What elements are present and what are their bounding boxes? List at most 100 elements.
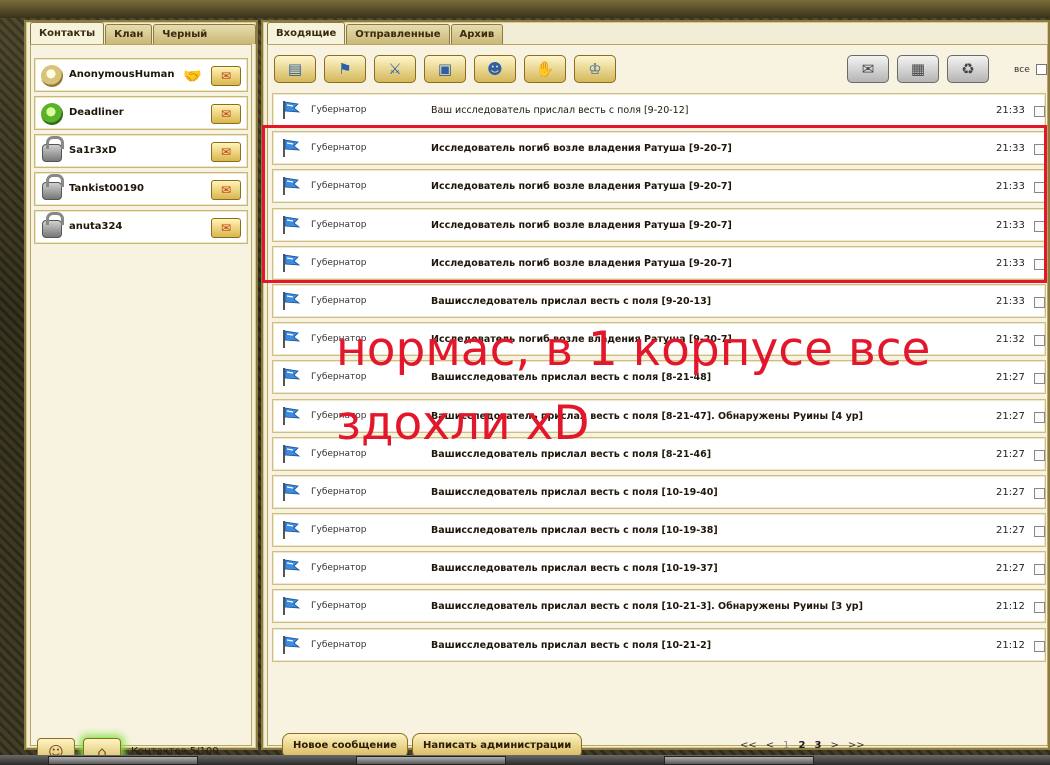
avatar [41, 103, 63, 125]
message-row[interactable]: Губернатор Вашисследователь прислал весть… [272, 283, 1046, 318]
sword-icon: ⚔ [388, 60, 402, 78]
message-subject[interactable]: Ваш исследователь прислал весть с поля [… [431, 105, 688, 116]
message-checkbox[interactable] [1034, 335, 1045, 347]
taskbar-item[interactable] [356, 756, 506, 765]
message-checkbox[interactable] [1034, 487, 1045, 499]
archive-icon: ▦ [910, 60, 926, 78]
select-all-checkbox[interactable] [1036, 64, 1047, 75]
book-icon: ▣ [437, 60, 453, 78]
flag-icon [283, 559, 301, 578]
people-icon: ☻ [487, 60, 503, 78]
archive-button[interactable]: ▦ [897, 55, 939, 83]
pager-next[interactable]: > [830, 740, 838, 751]
flag-icon [283, 368, 301, 387]
filter-people-button[interactable]: ☻ [474, 55, 516, 83]
filter-book-button[interactable]: ▣ [424, 55, 466, 83]
tab-sent[interactable]: Отправленные [346, 24, 450, 44]
message-row[interactable]: Губернатор Вашисследователь прислал весть… [272, 551, 1046, 586]
tab-inbox[interactable]: Входящие [267, 22, 346, 44]
trash-icon: ♻ [961, 60, 975, 78]
pager-page-3[interactable]: 3 [815, 740, 822, 751]
message-checkbox[interactable] [1034, 526, 1045, 538]
flag-icon [283, 406, 301, 425]
message-time: 21:32 [996, 334, 1025, 346]
avatar [41, 65, 63, 87]
mark-read-button[interactable]: ✉ [847, 55, 889, 83]
contacts-tabs: Контакты Клан Черный список [30, 22, 256, 60]
message-row[interactable]: Губернатор Вашисследователь прислал весть… [272, 474, 1046, 509]
envelope-icon: ✉ [861, 60, 875, 78]
message-subject[interactable]: Вашисследователь прислал весть с поля [1… [431, 640, 711, 651]
contact-item[interactable]: AnonymousHuman 🤝 ✉ [34, 58, 248, 92]
message-sender: Губернатор [311, 486, 367, 497]
filter-battle-button[interactable]: ⚔ [374, 55, 416, 83]
message-sender: Губернатор [311, 105, 367, 115]
pager-page-2[interactable]: 2 [799, 740, 806, 751]
contact-item[interactable]: Tankist00190 ✉ [34, 172, 248, 206]
message-subject[interactable]: Вашисследователь прислал весть с поля [1… [431, 525, 718, 536]
flag-icon [283, 291, 301, 310]
message-checkbox[interactable] [1034, 106, 1045, 117]
filter-scroll-button[interactable]: ▤ [274, 55, 316, 83]
message-subject[interactable]: Вашисследователь прислал весть с поля [9… [431, 296, 711, 307]
person-icon: ♔ [588, 60, 602, 78]
scroll-icon: ▤ [287, 60, 303, 78]
tab-contacts[interactable]: Контакты [30, 22, 105, 44]
message-row[interactable]: Губернатор Вашисследователь прислал весть… [272, 627, 1046, 662]
message-sender: Губернатор [311, 295, 367, 306]
flag-icon [283, 101, 301, 119]
send-mail-button[interactable]: ✉ [211, 142, 241, 162]
lock-icon [42, 212, 64, 238]
message-subject[interactable]: Вашисследователь прислал весть с поля [1… [431, 487, 718, 498]
send-mail-button[interactable]: ✉ [211, 218, 241, 238]
filter-governor-button[interactable]: ♔ [574, 55, 616, 83]
taskbar-item[interactable] [48, 756, 198, 765]
message-time: 21:33 [996, 105, 1025, 116]
message-row[interactable]: Губернатор Вашисследователь прислал весть… [272, 513, 1046, 548]
send-mail-button[interactable]: ✉ [211, 66, 241, 86]
pager-last[interactable]: >> [848, 740, 865, 751]
contact-name: Sa1r3xD [69, 145, 117, 156]
contact-name: anuta324 [69, 221, 123, 232]
message-time: 21:12 [996, 601, 1025, 613]
delete-button[interactable]: ♻ [947, 55, 989, 83]
annotation-text-line2: здохли xD [336, 396, 590, 451]
handshake-icon: 🤝 [183, 67, 202, 85]
filter-handshake-button[interactable]: ✋ [524, 55, 566, 83]
message-time: 21:33 [996, 295, 1025, 307]
message-sender: Губернатор [311, 601, 367, 612]
message-row[interactable]: Губернатор Вашисследователь прислал весть… [272, 589, 1046, 624]
tab-blacklist[interactable]: Черный список [153, 24, 256, 60]
message-subject[interactable]: Вашисследователь прислал весть с поля [1… [431, 563, 718, 574]
message-row[interactable]: Губернатор Ваш исследователь прислал вест… [272, 93, 1046, 127]
message-checkbox[interactable] [1034, 449, 1045, 461]
top-strip [0, 0, 1050, 18]
message-subject[interactable]: Вашисследователь прислал весть с поля [1… [431, 601, 863, 612]
contact-name: AnonymousHuman [69, 69, 175, 80]
message-checkbox[interactable] [1034, 602, 1045, 614]
contact-item[interactable]: Sa1r3xD ✉ [34, 134, 248, 168]
send-mail-button[interactable]: ✉ [211, 180, 241, 200]
filter-flag-button[interactable]: ⚑ [324, 55, 366, 83]
message-checkbox[interactable] [1034, 296, 1045, 308]
message-sender: Губернатор [311, 563, 367, 574]
tab-clan[interactable]: Клан [105, 24, 153, 44]
handshake-icon: ✋ [535, 60, 555, 78]
send-mail-button[interactable]: ✉ [211, 104, 241, 124]
tab-archive[interactable]: Архив [450, 24, 504, 44]
contact-item[interactable]: anuta324 ✉ [34, 210, 248, 244]
message-checkbox[interactable] [1034, 564, 1045, 576]
pager-page-1[interactable]: 1 [783, 740, 789, 751]
annotation-text-line1: нормас, в 1 корпусе все [336, 322, 931, 377]
pager-first[interactable]: << [740, 740, 757, 751]
flag-icon [283, 635, 301, 654]
taskbar-item[interactable] [664, 756, 814, 765]
contact-list: AnonymousHuman 🤝 ✉ Deadliner ✉ Sa1r3xD ✉ Tankis… [34, 58, 248, 248]
flag-icon [283, 444, 301, 463]
message-checkbox[interactable] [1034, 373, 1045, 385]
mail-tabs: Входящие Отправленные Архив [267, 22, 504, 44]
pager-prev[interactable]: < [766, 740, 774, 751]
message-checkbox[interactable] [1034, 640, 1045, 652]
message-checkbox[interactable] [1034, 411, 1045, 423]
contact-item[interactable]: Deadliner ✉ [34, 96, 248, 130]
